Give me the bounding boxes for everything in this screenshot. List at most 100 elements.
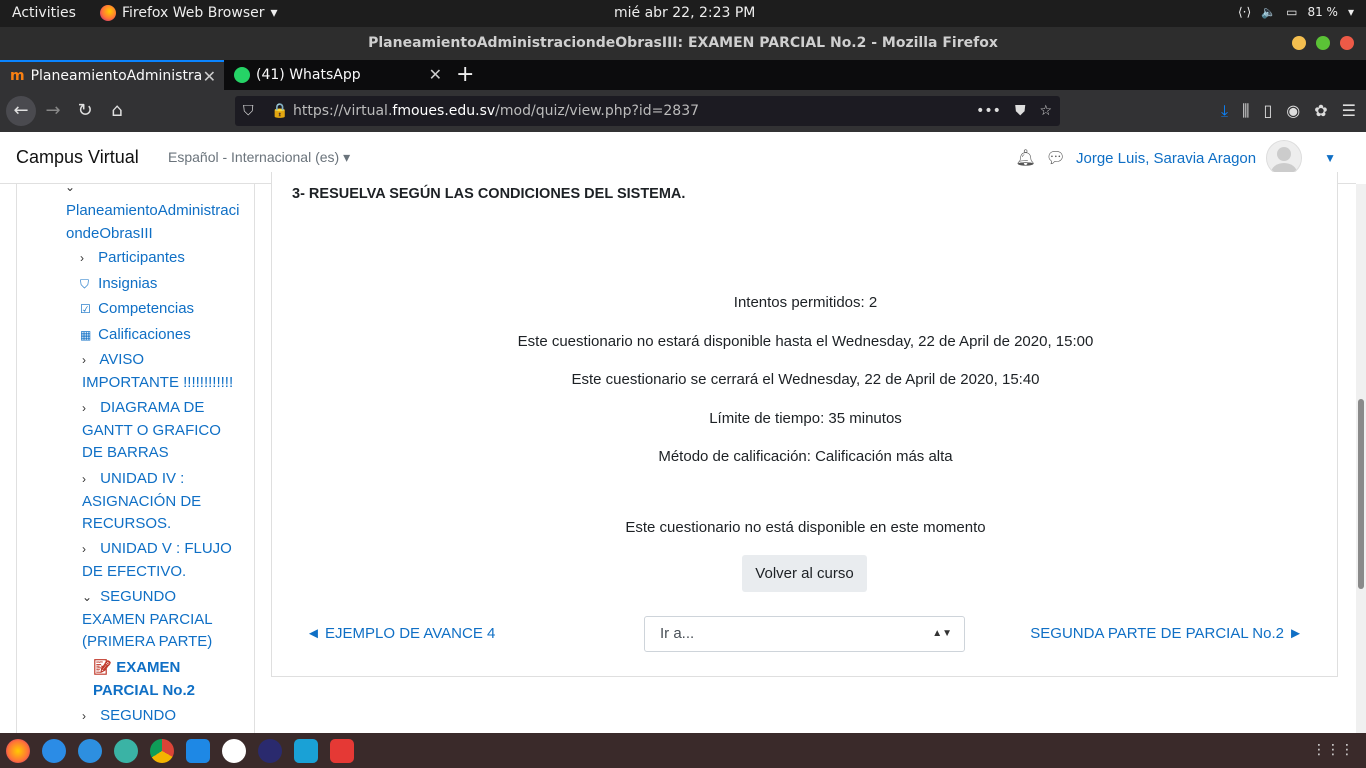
chevron-right-icon: › — [80, 251, 84, 265]
drawer-item-label: AVISO IMPORTANTE !!!!!!!!!!!! — [82, 351, 234, 391]
drawer-item-label: UNIDAD IV : ASIGNACIÓN DE RECURSOS. — [82, 470, 202, 532]
system-top-bar: Activities Firefox Web Browser ▾ mié abr… — [0, 0, 1366, 27]
vscode-icon[interactable] — [186, 738, 210, 763]
unavailable-info: Este cuestionario no está disponible en … — [625, 519, 986, 536]
drawer-item-unidad-v[interactable]: › UNIDAD V : FLUJO DE EFECTIVO. — [82, 538, 242, 583]
activities-button[interactable]: Activities — [12, 5, 76, 21]
tab-label: PlaneamientoAdministra — [30, 68, 203, 84]
quiz-question: 3- RESUELVA SEGÚN LAS CONDICIONES DEL SI… — [292, 186, 686, 202]
extension-icon[interactable]: ✿ — [1314, 101, 1327, 121]
app-menu[interactable]: Firefox Web Browser ▾ — [100, 5, 278, 21]
url-host: fmoues.edu.sv — [392, 103, 496, 119]
drawer-item-insignias[interactable]: ⛉ Insignias — [80, 273, 157, 296]
sidebar-icon[interactable]: ▯ — [1263, 101, 1272, 121]
tab-whatsapp[interactable]: (41) WhatsApp ✕ — [224, 60, 450, 90]
site-brand[interactable]: Campus Virtual — [16, 147, 139, 168]
drawer-item-calificaciones[interactable]: ▦ Calificaciones — [80, 324, 191, 347]
table-icon: ▦ — [80, 328, 92, 342]
clock[interactable]: mié abr 22, 2:23 PM — [614, 5, 755, 21]
maximize-button[interactable] — [1316, 36, 1330, 50]
forward-button[interactable]: → — [40, 98, 66, 124]
quiz-icon: 📝︎ — [93, 659, 113, 676]
shield-icon[interactable]: ⛉ — [243, 96, 254, 126]
drawer-item-label: Insignias — [98, 275, 158, 292]
show-apps-icon[interactable]: ⋮⋮⋮ — [1312, 742, 1354, 758]
reload-button[interactable]: ↻ — [72, 98, 98, 124]
bookmark-star-icon[interactable]: ☆ — [1039, 96, 1052, 126]
eclipse-icon[interactable] — [258, 738, 282, 763]
app-store-icon[interactable] — [78, 738, 102, 763]
new-tab-button[interactable]: + — [456, 62, 474, 87]
thunderbird-icon[interactable] — [42, 738, 66, 763]
drawer-item-aviso[interactable]: › AVISO IMPORTANTE !!!!!!!!!!!! — [82, 349, 242, 394]
close-icon[interactable]: ✕ — [429, 65, 442, 84]
bell-icon[interactable]: 🔔︎ — [1015, 148, 1035, 168]
drawer-item-competencias[interactable]: ☑ Competencias — [80, 298, 194, 321]
account-icon[interactable]: ◉ — [1286, 101, 1300, 121]
lock-icon[interactable]: 🔒 — [271, 96, 288, 126]
opens-info: Este cuestionario no estará disponible h… — [517, 333, 1094, 350]
closes-info: Este cuestionario se cerrará el Wednesda… — [571, 371, 1040, 388]
language-menu[interactable]: Español - Internacional (es) ▾ — [168, 149, 350, 166]
page-actions-icon[interactable]: ••• — [976, 96, 1001, 126]
drawer-course-link[interactable]: PlaneamientoAdministraciondeObrasIII — [66, 200, 242, 245]
nav-drawer: ⌄ PlaneamientoAdministraciondeObrasIII ›… — [16, 180, 255, 733]
drawer-item-label: UNIDAD V : FLUJO DE EFECTIVO. — [82, 540, 232, 580]
tab-label: (41) WhatsApp — [256, 67, 361, 83]
chevron-down-icon: ⌄ — [82, 590, 93, 604]
chevron-down-icon: ▾ — [1347, 5, 1354, 19]
user-name[interactable]: Jorge Luis, Saravia Aragon — [1076, 150, 1256, 167]
chevron-right-icon: › — [82, 709, 86, 723]
whatsapp-icon — [234, 67, 250, 83]
chevron-right-icon: › — [82, 472, 86, 486]
drawer-item-unidad-iv[interactable]: › UNIDAD IV : ASIGNACIÓN DE RECURSOS. — [82, 468, 242, 536]
time-limit-info: Límite de tiempo: 35 minutos — [709, 410, 902, 427]
select-arrows-icon: ▲▼ — [932, 628, 952, 639]
firefox-icon[interactable] — [6, 738, 30, 763]
app-menu-label: Firefox Web Browser — [122, 5, 265, 21]
slack-icon[interactable] — [222, 738, 246, 763]
hamburger-menu-icon[interactable]: ☰ — [1342, 101, 1356, 121]
drawer-item-diagrama[interactable]: › DIAGRAMA DE GANTT O GRAFICO DE BARRAS — [82, 397, 242, 465]
drawer-item-segundo[interactable]: › SEGUNDO — [82, 705, 242, 728]
avatar[interactable] — [1266, 140, 1303, 176]
chevron-down-icon[interactable]: ▼ — [1324, 151, 1336, 165]
url-bar[interactable]: ⛉ 🔒 https://virtual.fmoues.edu.sv/mod/qu… — [235, 96, 1060, 126]
drawer-item-label: Competencias — [98, 300, 195, 317]
close-icon[interactable]: ✕ — [203, 67, 216, 86]
scrollbar-thumb[interactable] — [1358, 399, 1364, 589]
drawer-item-label: SEGUNDO — [100, 707, 177, 724]
drawer-item-participantes[interactable]: › Participantes — [80, 247, 185, 270]
chat-icon[interactable]: 💬︎ — [1046, 148, 1066, 168]
moodle-icon: m — [10, 68, 25, 84]
library-icon[interactable]: ⫼ — [1242, 101, 1249, 121]
drawer-item-examen-parcial[interactable]: 📝︎ EXAMEN PARCIAL No.2 — [93, 657, 233, 702]
next-activity-link[interactable]: SEGUNDA PARTE DE PARCIAL No.2 ► — [1030, 625, 1303, 642]
analytics-icon[interactable] — [294, 738, 318, 763]
previous-activity-link[interactable]: ◄ EJEMPLO DE AVANCE 4 — [306, 625, 495, 642]
navigation-toolbar: ← → ↻ ⌂ ⛉ 🔒 https://virtual.fmoues.edu.s… — [0, 90, 1366, 132]
back-button[interactable]: ← — [6, 96, 36, 126]
home-button[interactable]: ⌂ — [104, 98, 130, 124]
chevron-right-icon: › — [82, 401, 86, 415]
chrome-icon[interactable] — [150, 738, 174, 763]
tab-moodle[interactable]: m PlaneamientoAdministra ✕ — [0, 60, 224, 90]
chevron-down-icon[interactable]: ⌄ — [65, 176, 75, 199]
pocket-icon[interactable]: ⛊ — [1015, 96, 1026, 126]
chevron-right-icon: › — [82, 542, 86, 556]
jump-to-select[interactable]: Ir a... ▲▼ — [644, 616, 965, 652]
chat-app-icon[interactable] — [114, 738, 138, 763]
drawer-item-label: SEGUNDO EXAMEN PARCIAL (PRIMERA PARTE) — [82, 588, 213, 650]
system-tray[interactable]: ⟨·⟩ 🔈 ▭ 81 % ▾ — [1238, 5, 1354, 19]
page-scrollbar[interactable] — [1356, 184, 1366, 733]
downloads-icon[interactable]: ⤓ — [1221, 101, 1228, 121]
window-title-bar: PlaneamientoAdministraciondeObrasIII: EX… — [0, 27, 1366, 60]
drawer-item-segundo-examen[interactable]: ⌄ SEGUNDO EXAMEN PARCIAL (PRIMERA PARTE) — [82, 586, 242, 654]
pdf-reader-icon[interactable] — [330, 738, 354, 763]
firefox-icon — [100, 5, 116, 21]
back-to-course-button[interactable]: Volver al curso — [742, 555, 867, 592]
close-window-button[interactable] — [1340, 36, 1354, 50]
network-icon: ⟨·⟩ — [1237, 5, 1252, 19]
minimize-button[interactable] — [1292, 36, 1306, 50]
drawer-item-label: Participantes — [98, 249, 185, 266]
